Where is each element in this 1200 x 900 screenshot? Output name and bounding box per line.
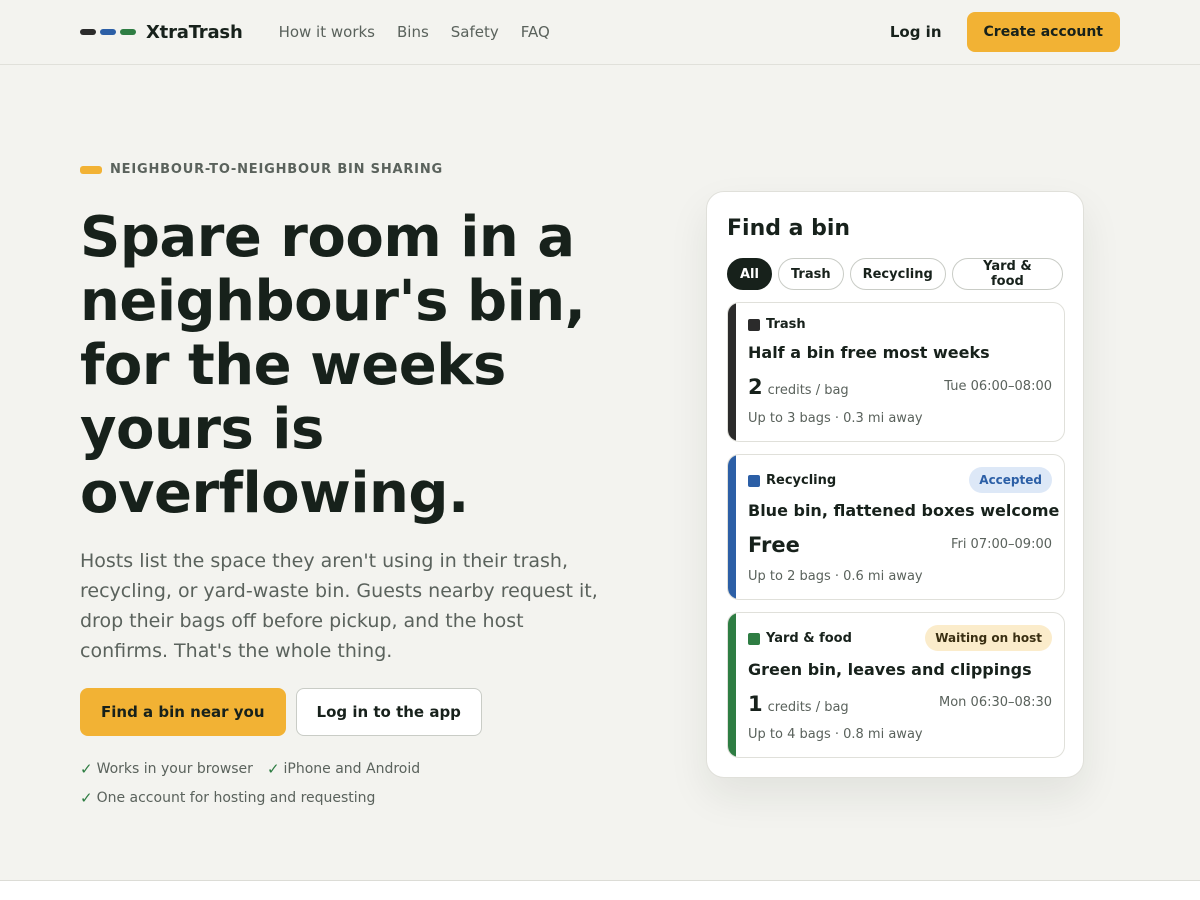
category-dot (748, 632, 760, 645)
filter-chip-trash[interactable]: Trash (777, 258, 844, 290)
pickup-window: Mon 06:30–08:30 (939, 695, 1052, 710)
login-app-button[interactable]: Log in to the app (295, 688, 482, 736)
brand-name: XtraTrash (146, 21, 243, 43)
category-dot (748, 474, 760, 487)
feature-check-label: iPhone and Android (283, 761, 421, 777)
nav-actions: Log in Create account (890, 12, 1120, 52)
listing-price: 1 credits / bag (748, 692, 849, 716)
hero-lede: Hosts list the space they aren't using i… (80, 550, 598, 662)
eyebrow: NEIGHBOUR-TO-NEIGHBOUR BIN SHARING (80, 162, 443, 177)
next-section-edge (0, 880, 1200, 900)
eyebrow-text: NEIGHBOUR-TO-NEIGHBOUR BIN SHARING (110, 162, 443, 177)
listing-title: Green bin, leaves and clippings (748, 660, 1032, 679)
feature-check-label: Works in your browser (96, 761, 253, 777)
nav-link-how-it-works[interactable]: How it works (279, 23, 375, 41)
hero-headline: Spare room in a neighbour's bin, for the… (80, 205, 586, 526)
logo-mark (80, 29, 136, 35)
listing-category: Recycling (748, 473, 836, 488)
price-value: 1 (748, 692, 763, 716)
bin-listing[interactable]: Trash Half a bin free most weeks 2 credi… (727, 302, 1065, 442)
price-value: Free (748, 533, 800, 557)
price-unit: credits / bag (767, 383, 849, 398)
listing-category-label: Trash (766, 317, 806, 332)
status-badge: Accepted (969, 467, 1052, 493)
top-nav: XtraTrash How it works Bins Safety FAQ L… (0, 0, 1200, 65)
nav-link-safety[interactable]: Safety (451, 23, 499, 41)
login-link[interactable]: Log in (890, 23, 942, 41)
hero-ctas: Find a bin near you Log in to the app (80, 688, 482, 736)
status-badge: Waiting on host (925, 625, 1052, 651)
filter-chip-recycling[interactable]: Recycling (849, 258, 946, 290)
feature-check: ✓ Works in your browser (80, 759, 253, 779)
category-stripe (728, 455, 736, 599)
feature-check-label: One account for hosting and requesting (96, 790, 376, 806)
check-icon: ✓ (80, 789, 93, 807)
listing-price: Free (748, 533, 800, 557)
nav-link-bins[interactable]: Bins (397, 23, 429, 41)
filter-chip-yard-food[interactable]: Yard & food (951, 258, 1063, 290)
nav-link-faq[interactable]: FAQ (521, 23, 550, 41)
category-stripe (728, 303, 736, 441)
logo-bar (100, 29, 116, 35)
card-title: Find a bin (727, 216, 851, 241)
filter-chips: All Trash Recycling Yard & food (727, 258, 1063, 290)
listing-category: Yard & food (748, 631, 852, 646)
listing-title: Half a bin free most weeks (748, 343, 990, 362)
listing-category-label: Recycling (766, 473, 837, 488)
listing-category-label: Yard & food (766, 631, 852, 646)
price-value: 2 (748, 375, 763, 399)
logo[interactable]: XtraTrash (80, 22, 243, 43)
pickup-window: Tue 06:00–08:00 (944, 379, 1052, 394)
find-bin-card: Find a bin All Trash Recycling Yard & fo… (706, 191, 1084, 778)
find-bin-button[interactable]: Find a bin near you (80, 688, 286, 736)
listing-meta: Up to 4 bags · 0.8 mi away (748, 727, 923, 742)
check-icon: ✓ (80, 760, 93, 778)
price-unit: credits / bag (767, 700, 849, 715)
feature-checks: ✓ Works in your browser ✓ iPhone and And… (80, 759, 600, 808)
pickup-window: Fri 07:00–09:00 (950, 537, 1052, 552)
logo-bar (120, 29, 136, 35)
category-dot (748, 318, 760, 331)
bin-listing[interactable]: Yard & food Waiting on host Green bin, l… (727, 612, 1065, 758)
feature-check: ✓ One account for hosting and requesting (80, 788, 600, 808)
check-icon: ✓ (266, 760, 280, 778)
create-account-button[interactable]: Create account (966, 12, 1120, 52)
nav-links: How it works Bins Safety FAQ (279, 23, 550, 41)
bin-listing[interactable]: Recycling Accepted Blue bin, flattened b… (727, 454, 1065, 600)
listing-meta: Up to 2 bags · 0.6 mi away (748, 569, 923, 584)
eyebrow-accent (80, 165, 102, 174)
listing-category: Trash (748, 317, 806, 332)
filter-chip-all[interactable]: All (727, 258, 772, 290)
category-stripe (728, 613, 736, 757)
feature-check: ✓ iPhone and Android (267, 759, 420, 779)
logo-bar (80, 29, 96, 35)
listing-title: Blue bin, flattened boxes welcome (748, 501, 1060, 520)
listing-meta: Up to 3 bags · 0.3 mi away (748, 411, 923, 426)
listing-price: 2 credits / bag (748, 375, 849, 399)
